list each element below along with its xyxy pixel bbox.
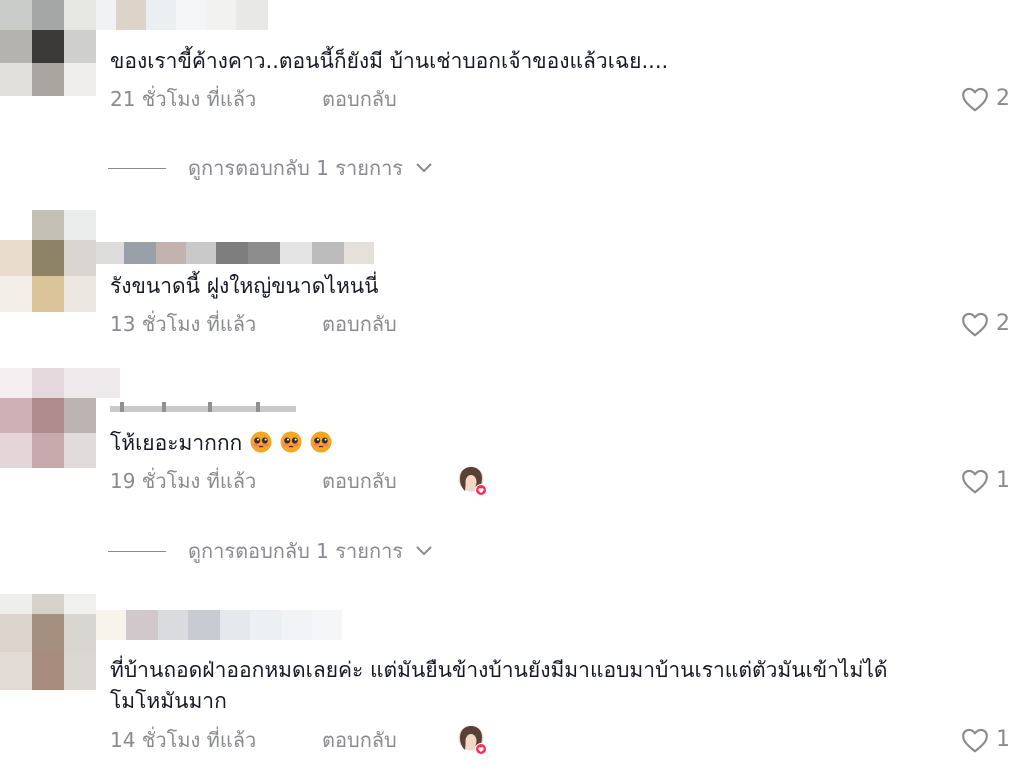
heart-outline-icon xyxy=(962,469,988,494)
comment-timestamp: 13 ชั่วโมง ที่แล้ว xyxy=(110,312,257,336)
comment-text: รังขนาดนี้ ฝูงใหญ่ขนาดไหนนี่ xyxy=(110,274,379,298)
view-replies-label: ดูการตอบกลับ 1 รายการ xyxy=(188,156,404,180)
reply-button[interactable]: ตอบกลับ xyxy=(322,726,397,754)
heart-outline-icon xyxy=(962,312,988,337)
pleading-face-emoji xyxy=(280,431,302,453)
pleading-face-emoji xyxy=(250,431,272,453)
like-button[interactable]: 1 xyxy=(960,467,1010,495)
like-button[interactable]: 2 xyxy=(960,85,1010,113)
like-count: 2 xyxy=(996,86,1010,111)
comment-text: ของเราขี้ค้างคาว..ตอนนี้ก็ยังมี บ้านเช่า… xyxy=(110,49,669,73)
reply-button[interactable]: ตอบกลับ xyxy=(322,85,397,113)
creator-liked-avatar xyxy=(458,725,487,755)
avatar-pixelated[interactable] xyxy=(0,210,96,312)
comment-timestamp: 21 ชั่วโมง ที่แล้ว xyxy=(110,87,257,111)
chevron-down-icon xyxy=(416,163,432,173)
chevron-down-icon xyxy=(416,546,432,556)
heart-outline-icon xyxy=(962,87,988,112)
truncated-text-fragment xyxy=(110,398,300,414)
comment-text: ที่บ้านถอดฝ่าออกหมดเลยค่ะ แต่มันยืนข้างบ… xyxy=(110,658,888,682)
comment-timestamp: 14 ชั่วโมง ที่แล้ว xyxy=(110,728,257,752)
heart-outline-icon xyxy=(962,728,988,753)
comment-text: โห้เยอะมากกก xyxy=(110,427,332,459)
like-count: 1 xyxy=(996,468,1010,493)
username-pixelated[interactable] xyxy=(96,610,346,640)
like-count: 2 xyxy=(996,311,1010,336)
reply-button[interactable]: ตอบกลับ xyxy=(322,467,397,495)
view-replies-button[interactable]: ดูการตอบกลับ 1 รายการ xyxy=(108,537,433,565)
view-replies-button[interactable]: ดูการตอบกลับ 1 รายการ xyxy=(108,154,433,182)
creator-liked-avatar xyxy=(458,466,487,496)
avatar-pixelated[interactable] xyxy=(0,0,96,96)
username-pixelated[interactable] xyxy=(96,0,272,30)
reply-button[interactable]: ตอบกลับ xyxy=(322,310,397,338)
like-button[interactable]: 1 xyxy=(960,726,1010,754)
username-pixelated[interactable] xyxy=(96,242,376,264)
comment-text-content: โห้เยอะมากกก xyxy=(110,431,243,455)
avatar-pixelated[interactable] xyxy=(0,594,96,690)
pleading-face-emoji xyxy=(310,431,332,453)
divider-line xyxy=(108,167,166,169)
avatar-pixelated[interactable] xyxy=(0,368,96,468)
view-replies-label: ดูการตอบกลับ 1 รายการ xyxy=(188,539,404,563)
comment-text: โมโหมันมาก xyxy=(110,689,227,713)
like-button[interactable]: 2 xyxy=(960,310,1010,338)
like-count: 1 xyxy=(996,727,1010,752)
divider-line xyxy=(108,550,166,552)
comment-timestamp: 19 ชั่วโมง ที่แล้ว xyxy=(110,469,257,493)
username-pixelated[interactable] xyxy=(96,368,126,398)
